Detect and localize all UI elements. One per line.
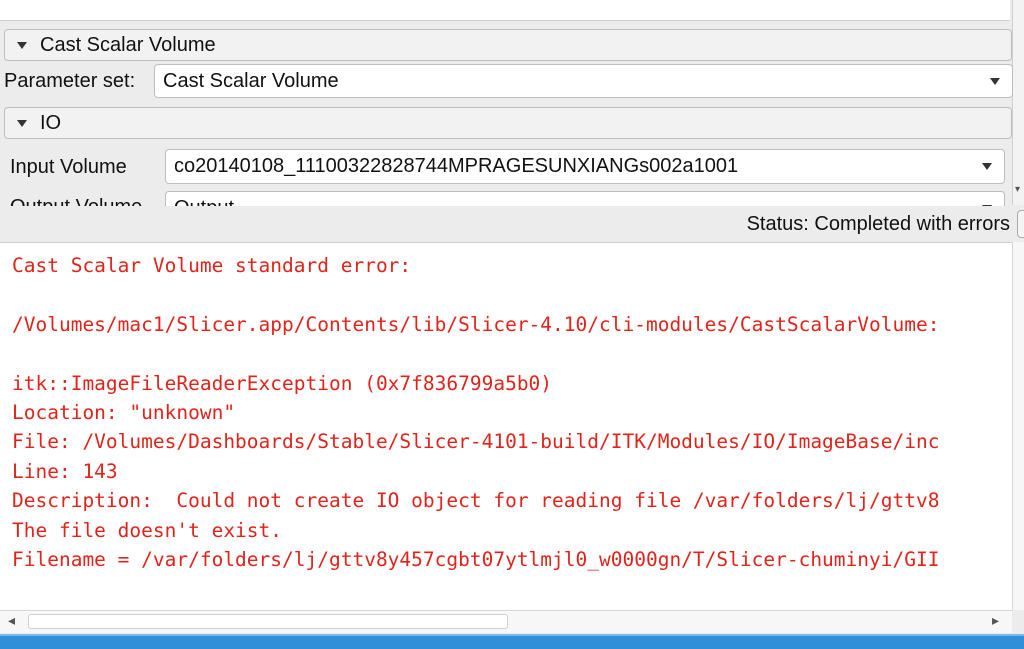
console-line: The file doesn't exist.	[12, 518, 283, 542]
chevron-down-icon	[982, 163, 992, 170]
collapse-triangle-icon	[17, 42, 27, 49]
console-line: Filename = /var/folders/lj/gttv8y457cgbt…	[12, 548, 940, 572]
console-vertical-scrollbar[interactable]	[1012, 242, 1024, 610]
section-title: IO	[40, 112, 62, 134]
console-line: /Volumes/mac1/Slicer.app/Contents/lib/Sl…	[12, 312, 940, 336]
top-panel-strip	[0, 0, 1010, 21]
parameter-set-label: Parameter set:	[4, 70, 136, 92]
parameter-set-combo[interactable]: Cast Scalar Volume	[154, 64, 1013, 98]
io-section-header[interactable]: IO	[4, 107, 1012, 139]
console-horizontal-scrollbar[interactable]: ◂ ▸	[0, 610, 1012, 633]
input-volume-value: co20140108_11100322828744MPRAGESUNXIANGs…	[174, 155, 739, 177]
console-line: Line: 143	[12, 459, 118, 483]
console-line: Location: "unknown"	[12, 401, 236, 425]
error-output-text: Cast Scalar Volume standard error: /Volu…	[12, 251, 939, 574]
scroll-left-arrow-icon[interactable]: ◂	[8, 612, 15, 629]
output-volume-value: Output	[174, 197, 234, 206]
console-line: File: /Volumes/Dashboards/Stable/Slicer-…	[12, 430, 940, 454]
console-line: Description: Could not create IO object …	[12, 489, 940, 513]
output-volume-label: Output Volume	[10, 196, 142, 206]
collapse-triangle-icon	[17, 120, 27, 127]
status-details-button[interactable]	[1017, 210, 1024, 238]
error-output-console[interactable]: Cast Scalar Volume standard error: /Volu…	[0, 242, 1012, 611]
scroll-right-arrow-icon[interactable]: ▸	[992, 612, 999, 629]
input-volume-combo[interactable]: co20140108_11100322828744MPRAGESUNXIANGs…	[165, 149, 1005, 184]
parameter-set-value: Cast Scalar Volume	[163, 70, 339, 92]
input-volume-label: Input Volume	[10, 156, 127, 178]
output-volume-row: Output Volume Output	[0, 190, 1012, 206]
parameters-scrollbar[interactable]: ▾	[1012, 0, 1024, 205]
scrollbar-thumb[interactable]	[28, 614, 508, 629]
status-bar: Status: Completed with errors	[0, 206, 1024, 242]
scroll-down-arrow-icon[interactable]: ▾	[1015, 184, 1020, 195]
cast-scalar-volume-section-header[interactable]: Cast Scalar Volume	[4, 29, 1012, 61]
console-line: Cast Scalar Volume standard error:	[12, 254, 412, 277]
chevron-down-icon	[990, 78, 1000, 85]
status-text: Status: Completed with errors	[746, 213, 1010, 235]
output-volume-combo[interactable]: Output	[165, 191, 1005, 206]
console-line: itk::ImageFileReaderException (0x7f83679…	[12, 371, 553, 395]
section-title: Cast Scalar Volume	[40, 34, 216, 56]
